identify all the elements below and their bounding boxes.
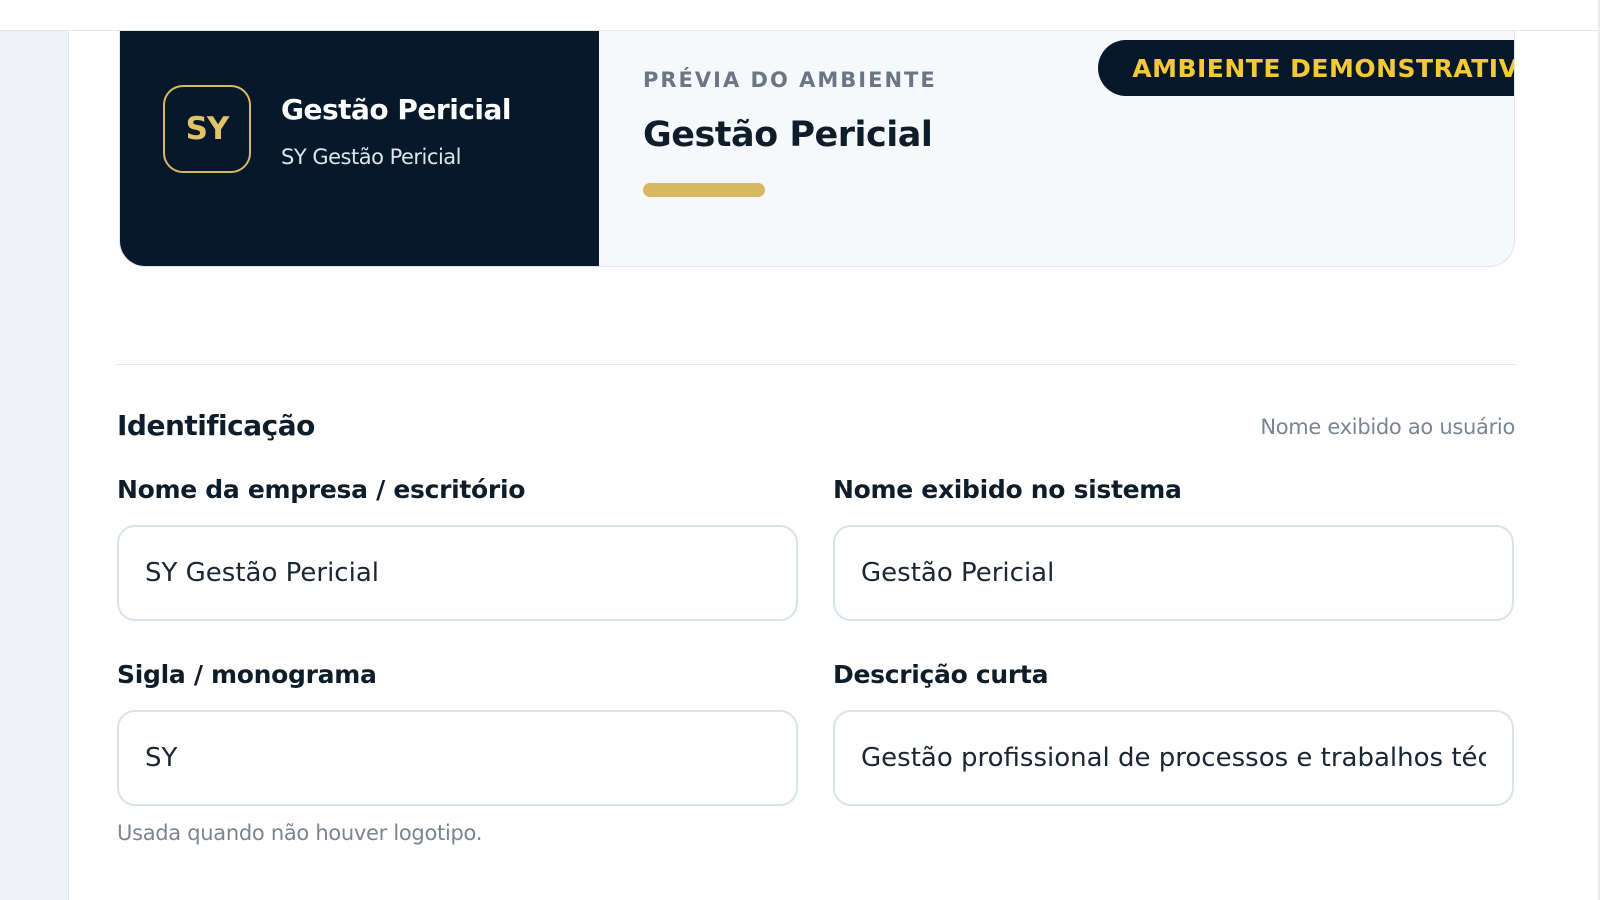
settings-card: SY Gestão Pericial SY Gestão Pericial PR… (68, 31, 1600, 900)
short-description-input[interactable] (833, 710, 1514, 806)
section-divider (117, 364, 1515, 365)
monogram-logo: SY (163, 85, 251, 173)
demo-environment-badge: AMBIENTE DEMONSTRATIVO (1098, 40, 1514, 96)
section-note: Nome exibido ao usuário (1260, 415, 1515, 439)
environment-preview: SY Gestão Pericial SY Gestão Pericial PR… (119, 31, 1515, 267)
preview-label: PRÉVIA DO AMBIENTE (643, 68, 937, 92)
brand-panel: SY Gestão Pericial SY Gestão Pericial (120, 31, 599, 266)
monogram-helper-text: Usada quando não houver logotipo. (117, 821, 483, 845)
brand-name: Gestão Pericial (281, 93, 512, 126)
monogram-input[interactable] (117, 710, 798, 806)
monogram-label: Sigla / monograma (117, 660, 377, 689)
preview-title: Gestão Pericial (643, 115, 933, 155)
company-name-label: Nome da empresa / escritório (117, 475, 526, 504)
short-description-label: Descrição curta (833, 660, 1049, 689)
company-name-input[interactable] (117, 525, 798, 621)
display-name-label: Nome exibido no sistema (833, 475, 1182, 504)
display-name-input[interactable] (833, 525, 1514, 621)
section-title: Identificação (117, 409, 315, 442)
top-bar (0, 0, 1600, 31)
accent-bar (643, 183, 765, 197)
brand-subtitle: SY Gestão Pericial (281, 145, 461, 169)
